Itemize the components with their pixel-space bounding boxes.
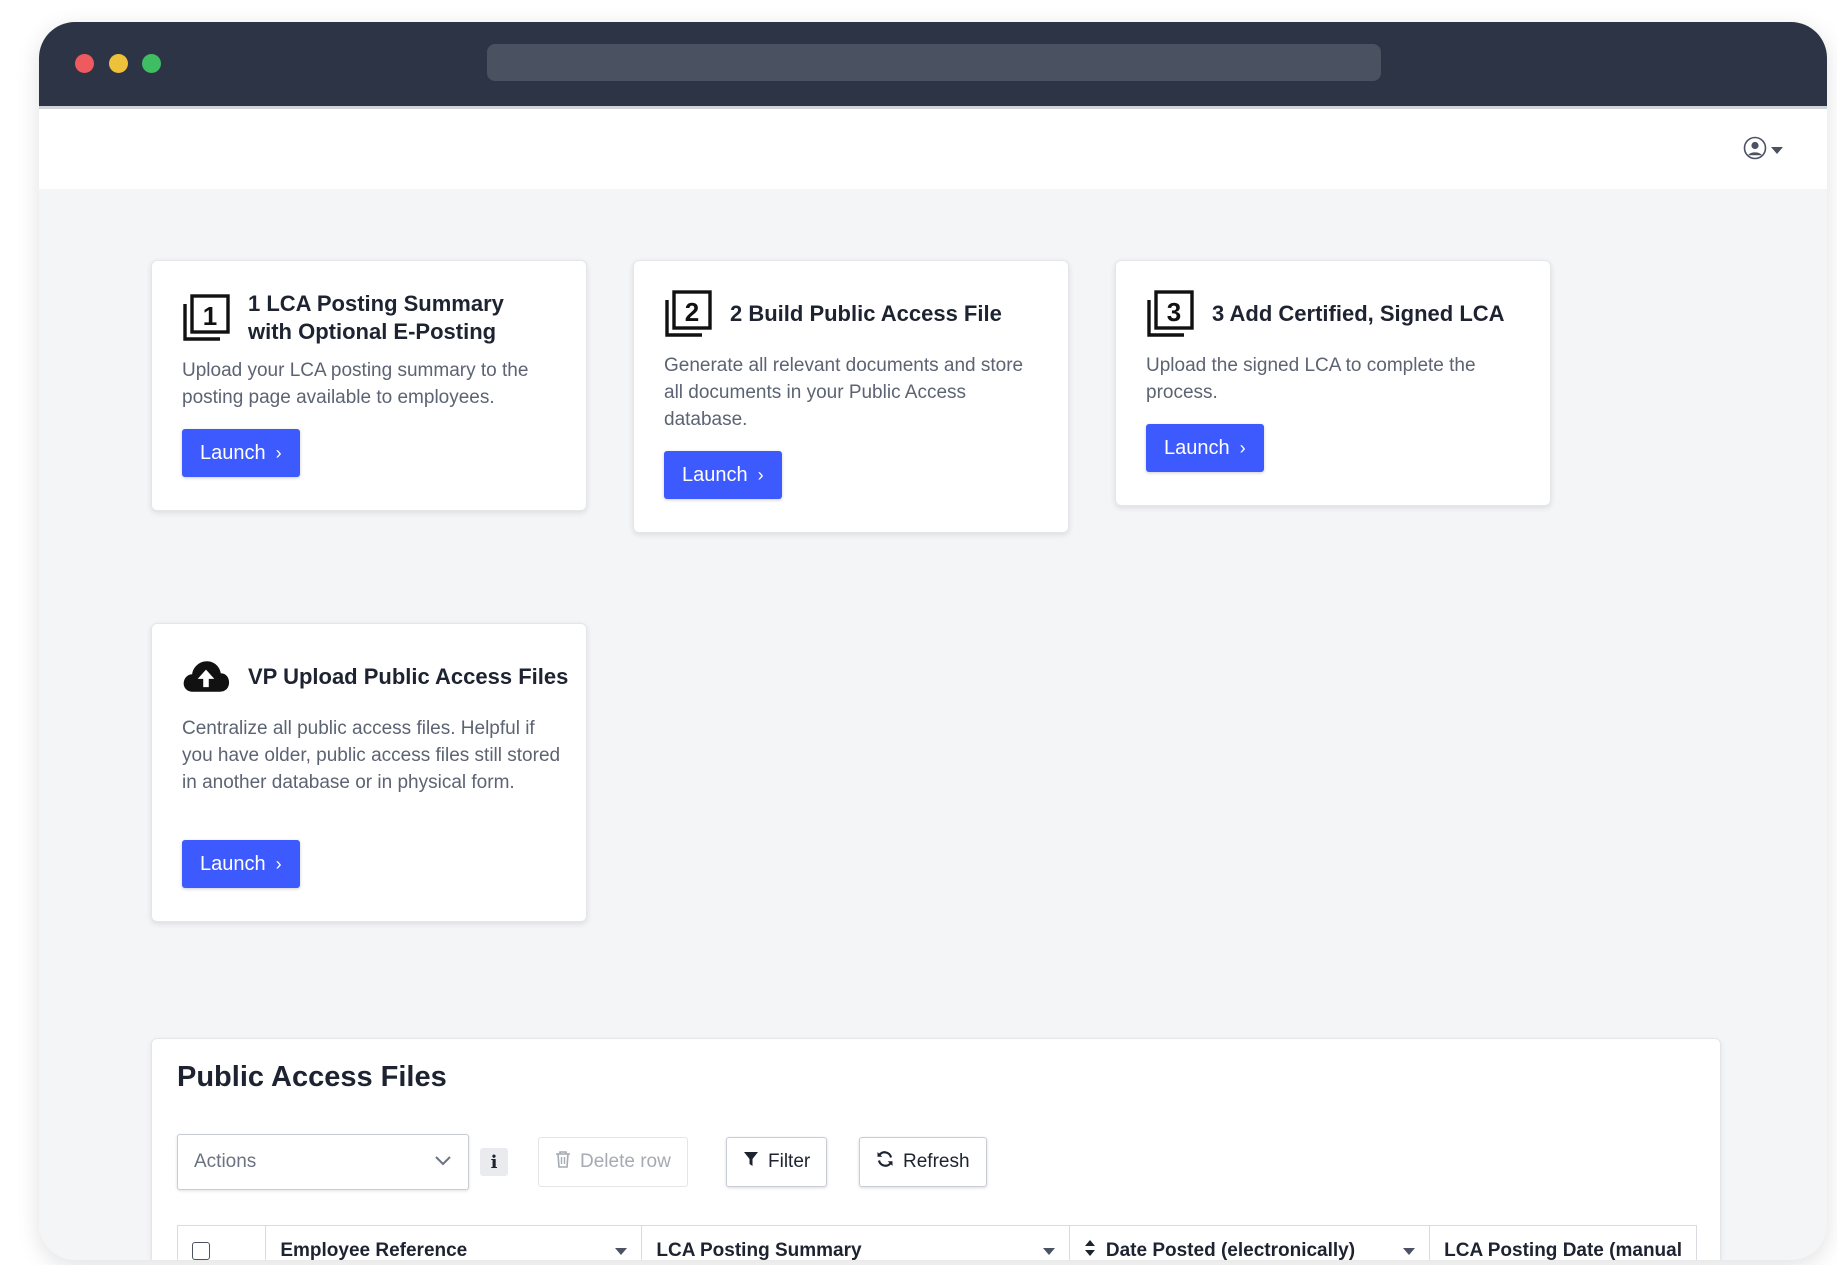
launch-label: Launch [682, 463, 748, 486]
svg-text:2: 2 [685, 297, 699, 327]
maximize-window-button[interactable] [142, 54, 161, 73]
svg-text:1: 1 [203, 301, 217, 331]
minimize-window-button[interactable] [109, 54, 128, 73]
app-header [39, 106, 1827, 192]
filter-icon [743, 1151, 759, 1173]
delete-row-button[interactable]: Delete row [538, 1137, 688, 1187]
card-description: Upload your LCA posting summary to the p… [182, 360, 529, 408]
actions-dropdown[interactable]: Actions [177, 1134, 469, 1190]
filter-label: Filter [768, 1151, 811, 1172]
chevron-down-icon[interactable] [1403, 1247, 1416, 1255]
refresh-button[interactable]: Refresh [859, 1137, 987, 1187]
chevron-right-icon: › [275, 442, 282, 463]
close-window-button[interactable] [75, 54, 94, 73]
launch-button-vp-upload[interactable]: Launch › [182, 840, 300, 888]
number-2-square-icon: 2 [664, 290, 712, 338]
trash-icon [555, 1150, 571, 1174]
delete-row-label: Delete row [580, 1151, 671, 1172]
browser-titlebar [39, 22, 1827, 106]
refresh-icon [876, 1150, 894, 1174]
launch-label: Launch [200, 441, 266, 464]
card-title: 2 Build Public Access File [730, 301, 1002, 326]
svg-text:3: 3 [1167, 297, 1181, 327]
launch-button-add-certified-lca[interactable]: Launch › [1146, 424, 1264, 472]
panel-title: Public Access Files [177, 1061, 447, 1093]
chevron-right-icon: › [1239, 437, 1246, 458]
chevron-right-icon: › [275, 853, 282, 874]
select-all-checkbox[interactable] [192, 1242, 210, 1260]
card-description: Centralize all public access files. Help… [182, 718, 561, 793]
column-employee-reference[interactable]: Employee Reference [266, 1226, 643, 1260]
filter-button[interactable]: Filter [726, 1137, 828, 1187]
card-title: 1 LCA Posting Summary with Optional E-Po… [248, 291, 504, 344]
number-1-square-icon: 1 [182, 294, 230, 342]
user-menu-button[interactable] [1743, 136, 1783, 165]
column-label: LCA Posting Summary [656, 1240, 862, 1260]
launch-button-lca-posting[interactable]: Launch › [182, 429, 300, 477]
address-bar[interactable] [487, 44, 1381, 81]
column-label: Employee Reference [280, 1240, 468, 1260]
public-access-files-panel: Public Access Files Actions i Delete row [151, 1038, 1721, 1260]
column-date-posted[interactable]: Date Posted (electronically) [1070, 1226, 1431, 1260]
number-3-square-icon: 3 [1146, 290, 1194, 338]
sort-icon[interactable] [1084, 1239, 1096, 1260]
table-header: Employee Reference LCA Posting Summary D… [177, 1225, 1697, 1260]
card-build-public-access-file: 2 2 Build Public Access File Generate al… [633, 260, 1069, 533]
card-title: VP Upload Public Access Files [248, 664, 569, 689]
column-lca-posting-date-manual[interactable]: LCA Posting Date (manual [1430, 1226, 1696, 1260]
cloud-upload-icon [182, 653, 230, 701]
card-vp-upload-public-access: VP Upload Public Access Files Centralize… [151, 623, 587, 922]
card-add-certified-lca: 3 3 Add Certified, Signed LCA Upload the… [1115, 260, 1551, 506]
card-description: Generate all relevant documents and stor… [664, 355, 1024, 430]
chevron-right-icon: › [757, 464, 764, 485]
column-label: LCA Posting Date (manual [1444, 1240, 1682, 1260]
chevron-down-icon[interactable] [1042, 1247, 1055, 1255]
launch-button-build-public-access[interactable]: Launch › [664, 451, 782, 499]
card-title: 3 Add Certified, Signed LCA [1212, 301, 1505, 326]
user-circle-icon [1743, 136, 1767, 165]
column-lca-posting-summary[interactable]: LCA Posting Summary [642, 1226, 1070, 1260]
chevron-down-icon [1771, 146, 1783, 154]
launch-label: Launch [1164, 436, 1230, 459]
browser-window: 1 1 LCA Posting Summary with Optional E-… [39, 22, 1827, 1260]
card-description: Upload the signed LCA to complete the pr… [1146, 355, 1476, 403]
actions-placeholder: Actions [194, 1151, 257, 1172]
launch-label: Launch [200, 852, 266, 875]
info-button[interactable]: i [480, 1148, 508, 1176]
chevron-down-icon [434, 1151, 452, 1173]
column-label: Date Posted (electronically) [1105, 1240, 1356, 1260]
chevron-down-icon[interactable] [615, 1247, 628, 1255]
select-all-cell [178, 1226, 267, 1260]
card-lca-posting-summary: 1 1 LCA Posting Summary with Optional E-… [151, 260, 587, 511]
main-content: 1 1 LCA Posting Summary with Optional E-… [39, 189, 1827, 1260]
refresh-label: Refresh [903, 1151, 970, 1172]
